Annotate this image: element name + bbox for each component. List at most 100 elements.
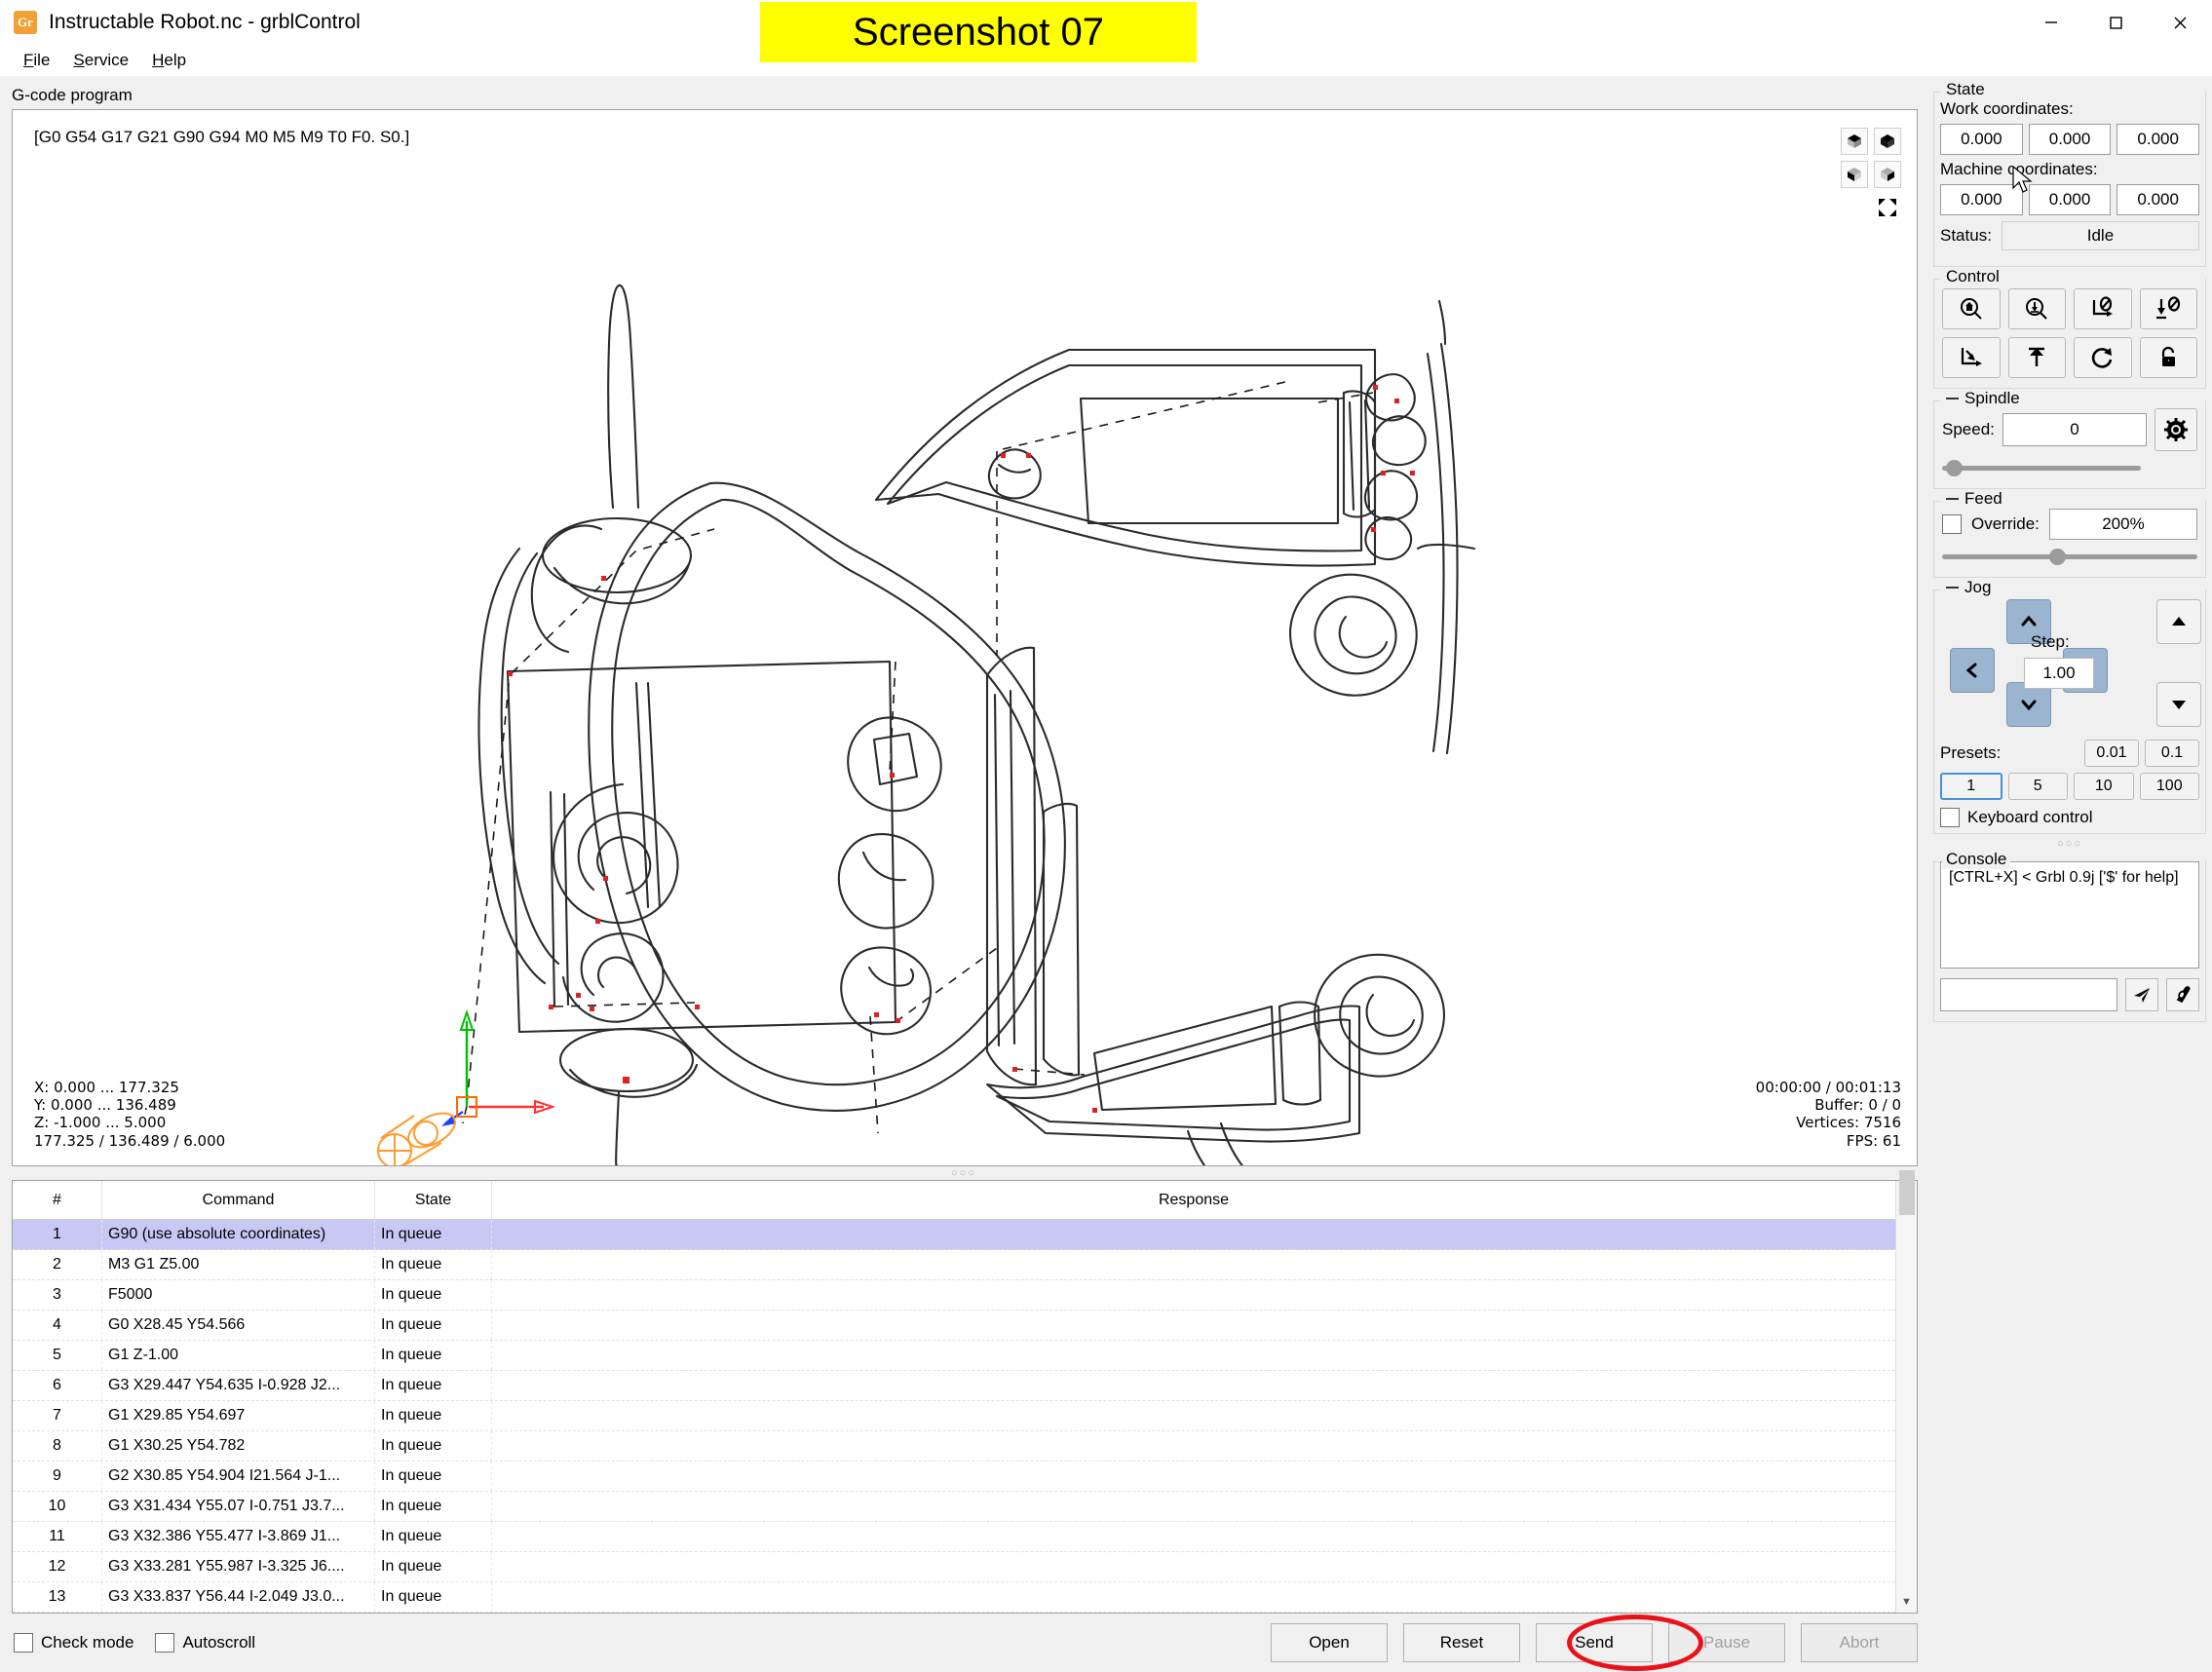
feed-slider-knob[interactable]	[2049, 549, 2066, 565]
panel-resize-handle[interactable]: ○○○	[1933, 838, 2206, 850]
open-button[interactable]: Open	[1271, 1623, 1388, 1662]
spindle-speed-field[interactable]: 0	[2002, 413, 2147, 446]
bottom-toolbar: Check mode Autoscroll Open Reset Send Pa…	[0, 1614, 1927, 1672]
table-scrollbar[interactable]: ▲ ▼	[1895, 1181, 1917, 1613]
gear-icon-button[interactable]	[2155, 408, 2197, 451]
table-row[interactable]: 4G0 X28.45 Y54.566In queue	[13, 1311, 1895, 1341]
send-paper-plane-icon-button[interactable]	[2125, 978, 2158, 1011]
return-to-zero-icon-button[interactable]	[2008, 337, 2067, 378]
panel-splitter[interactable]: ○○○	[0, 1166, 1927, 1180]
zero-z-icon-button[interactable]	[2140, 288, 2198, 329]
work-x-field[interactable]: 0.000	[1940, 124, 2023, 155]
jog-left-button[interactable]	[1950, 648, 1995, 693]
work-z-field[interactable]: 0.000	[2117, 124, 2199, 155]
feed-collapse-icon[interactable]	[1946, 498, 1959, 500]
jog-step-field[interactable]: 1.00	[2024, 658, 2094, 689]
menu-help[interactable]: Help	[140, 49, 198, 72]
machine-z-field[interactable]: 0.000	[2117, 184, 2199, 215]
machine-y-field[interactable]: 0.000	[2029, 184, 2112, 215]
feed-override-slider[interactable]	[1942, 546, 2197, 567]
scroll-thumb[interactable]	[1899, 1170, 1915, 1215]
spindle-slider-knob[interactable]	[1946, 460, 1963, 476]
console-panel: Console [CTRL+X] < Grbl 0.9j ['$' for he…	[1933, 861, 2206, 1022]
view-cube-isometric-2-button[interactable]	[1874, 128, 1901, 155]
fit-to-view-button[interactable]	[1874, 194, 1901, 221]
spindle-slider-track	[1942, 466, 2141, 471]
spindle-panel-title[interactable]: Spindle	[1942, 389, 2024, 408]
toolpath-visualizer[interactable]: [G0 G54 G17 G21 G90 G94 M0 M5 M9 T0 F0. …	[12, 109, 1918, 1166]
state-panel: State Work coordinates: 0.000 0.000 0.00…	[1933, 92, 2206, 267]
vertices-count: Vertices: 7516	[1756, 1114, 1901, 1131]
table-row[interactable]: 9G2 X30.85 Y54.904 I21.564 J-1...In queu…	[13, 1462, 1895, 1492]
view-cube-isometric-4-button[interactable]	[1874, 161, 1901, 188]
console-input[interactable]	[1940, 978, 2117, 1011]
zero-xy-icon-button[interactable]	[2074, 288, 2132, 329]
home-search-icon-button[interactable]	[1942, 288, 2001, 329]
cell-n: 6	[13, 1371, 102, 1400]
command-table[interactable]: # Command State Response 1G90 (use absol…	[12, 1180, 1918, 1614]
jog-preset-0.1-button[interactable]: 0.1	[2145, 740, 2199, 767]
bounds-size: 177.325 / 136.489 / 6.000	[34, 1132, 225, 1150]
table-row[interactable]: 12G3 X33.281 Y55.987 I-3.325 J6....In qu…	[13, 1552, 1895, 1582]
table-row[interactable]: 8G1 X30.25 Y54.782In queue	[13, 1431, 1895, 1462]
feed-override-checkbox[interactable]	[1942, 514, 1962, 534]
table-row[interactable]: 13G3 X33.837 Y56.44 I-2.049 J3.0...In qu…	[13, 1582, 1895, 1613]
jog-preset-10-button[interactable]: 10	[2074, 773, 2134, 800]
table-row[interactable]: 5G1 Z-1.00In queue	[13, 1341, 1895, 1371]
safe-position-icon-button[interactable]	[1942, 337, 2001, 378]
send-button[interactable]: Send	[1536, 1623, 1653, 1662]
menu-file[interactable]: File	[12, 49, 61, 72]
gcode-program-label: G-code program	[12, 86, 1918, 109]
spindle-speed-label: Speed:	[1942, 420, 1995, 439]
jog-z-down-button[interactable]	[2156, 682, 2201, 727]
spindle-collapse-icon[interactable]	[1946, 398, 1959, 399]
view-cube-isometric-3-button[interactable]	[1841, 161, 1868, 188]
eraser-icon-button[interactable]	[2166, 978, 2199, 1011]
unlock-icon-button[interactable]	[2140, 337, 2198, 378]
menu-service[interactable]: Service	[61, 49, 140, 72]
column-header-number[interactable]: #	[13, 1181, 102, 1219]
spindle-speed-slider[interactable]	[1942, 457, 2197, 478]
table-row[interactable]: 10G3 X31.434 Y55.07 I-0.751 J3.7...In qu…	[13, 1492, 1895, 1522]
table-row[interactable]: 7G1 X29.85 Y54.697In queue	[13, 1401, 1895, 1431]
table-row[interactable]: 1G90 (use absolute coordinates)In queue	[13, 1220, 1895, 1250]
minimize-button[interactable]	[2019, 0, 2083, 45]
keyboard-control-box[interactable]	[1940, 808, 1960, 827]
close-button[interactable]	[2148, 0, 2212, 45]
view-cube-isometric-1-button[interactable]	[1841, 128, 1868, 155]
work-y-field[interactable]: 0.000	[2029, 124, 2112, 155]
jog-collapse-icon[interactable]	[1946, 587, 1959, 589]
check-mode-box[interactable]	[14, 1633, 33, 1653]
cell-state: In queue	[375, 1220, 492, 1249]
jog-z-up-button[interactable]	[2156, 599, 2201, 644]
jog-preset-1-button[interactable]: 1	[1940, 773, 2002, 800]
check-mode-checkbox[interactable]: Check mode	[14, 1633, 133, 1653]
column-header-response[interactable]: Response	[492, 1181, 1895, 1219]
restore-origin-icon-button[interactable]	[2074, 337, 2132, 378]
table-row[interactable]: 11G3 X32.386 Y55.477 I-3.869 J1...In que…	[13, 1522, 1895, 1552]
feed-panel-title[interactable]: Feed	[1942, 489, 2006, 509]
jog-preset-100-button[interactable]: 100	[2140, 773, 2200, 800]
scroll-down-button[interactable]: ▼	[1896, 1591, 1918, 1613]
column-header-state[interactable]: State	[375, 1181, 492, 1219]
feed-panel: Feed Override: 200%	[1933, 501, 2206, 578]
keyboard-control-checkbox[interactable]: Keyboard control	[1940, 808, 2199, 827]
spindle-panel: Spindle Speed: 0	[1933, 400, 2206, 489]
probe-search-icon-button[interactable]	[2008, 288, 2067, 329]
cell-command: G90 (use absolute coordinates)	[102, 1220, 375, 1249]
column-header-command[interactable]: Command	[102, 1181, 375, 1219]
autoscroll-box[interactable]	[155, 1633, 174, 1653]
table-row[interactable]: 2M3 G1 Z5.00In queue	[13, 1250, 1895, 1280]
console-output[interactable]: [CTRL+X] < Grbl 0.9j ['$' for help]	[1940, 861, 2199, 969]
reset-button[interactable]: Reset	[1403, 1623, 1520, 1662]
jog-preset-0.01-button[interactable]: 0.01	[2084, 740, 2139, 767]
table-row[interactable]: 6G3 X29.447 Y54.635 I-0.928 J2...In queu…	[13, 1371, 1895, 1401]
autoscroll-checkbox[interactable]: Autoscroll	[155, 1633, 255, 1653]
table-row[interactable]: 3F5000In queue	[13, 1280, 1895, 1311]
jog-preset-5-button[interactable]: 5	[2008, 773, 2069, 800]
feed-override-field[interactable]: 200%	[2049, 509, 2197, 540]
cell-command: G3 X33.837 Y56.44 I-2.049 J3.0...	[102, 1582, 375, 1612]
autoscroll-label: Autoscroll	[182, 1633, 255, 1653]
machine-x-field[interactable]: 0.000	[1940, 184, 2023, 215]
maximize-button[interactable]	[2083, 0, 2148, 45]
